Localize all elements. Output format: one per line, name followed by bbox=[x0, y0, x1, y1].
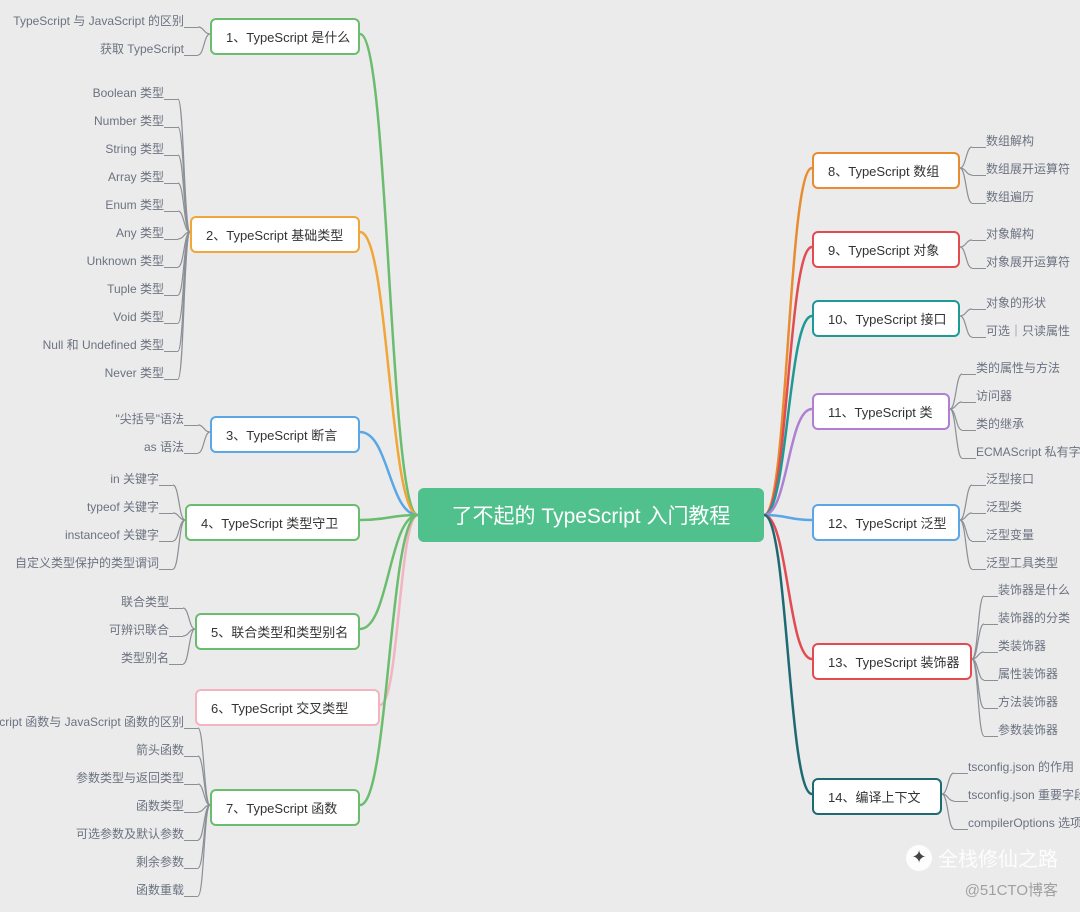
topic-node[interactable]: 10、TypeScript 接口 bbox=[812, 300, 960, 337]
topic-node[interactable]: 13、TypeScript 装饰器 bbox=[812, 643, 972, 680]
leaf-node[interactable]: compilerOptions 选项 bbox=[968, 814, 1080, 831]
leaf-node[interactable]: as 语法 bbox=[144, 438, 184, 455]
watermark-author: ✦ 全栈修仙之路 bbox=[906, 843, 1058, 872]
leaf-node[interactable]: 获取 TypeScript bbox=[100, 40, 184, 57]
leaf-node[interactable]: "尖括号"语法 bbox=[115, 410, 184, 427]
topic-node[interactable]: 2、TypeScript 基础类型 bbox=[190, 216, 360, 253]
leaf-node[interactable]: tsconfig.json 的作用 bbox=[968, 758, 1074, 775]
leaf-node[interactable]: 自定义类型保护的类型谓词 bbox=[15, 554, 159, 571]
topic-node[interactable]: 5、联合类型和类型别名 bbox=[195, 613, 360, 650]
leaf-node[interactable]: typeof 关键字 bbox=[87, 498, 159, 515]
topic-node[interactable]: 12、TypeScript 泛型 bbox=[812, 504, 960, 541]
leaf-node[interactable]: 方法装饰器 bbox=[998, 693, 1058, 710]
leaf-node[interactable]: Enum 类型 bbox=[105, 196, 164, 213]
leaf-node[interactable]: 类的属性与方法 bbox=[976, 359, 1060, 376]
leaf-node[interactable]: String 类型 bbox=[105, 140, 164, 157]
leaf-node[interactable]: 类装饰器 bbox=[998, 637, 1046, 654]
leaf-node[interactable]: Null 和 Undefined 类型 bbox=[43, 336, 164, 353]
leaf-node[interactable]: 类的继承 bbox=[976, 415, 1024, 432]
leaf-node[interactable]: 箭头函数 bbox=[136, 741, 184, 758]
leaf-node[interactable]: Any 类型 bbox=[116, 224, 164, 241]
leaf-node[interactable]: ECMAScript 私有字段 bbox=[976, 443, 1080, 460]
leaf-node[interactable]: Tuple 类型 bbox=[107, 280, 164, 297]
leaf-node[interactable]: 可选参数及默认参数 bbox=[76, 825, 184, 842]
topic-node[interactable]: 11、TypeScript 类 bbox=[812, 393, 950, 430]
leaf-node[interactable]: 函数重载 bbox=[136, 881, 184, 898]
leaf-node[interactable]: 属性装饰器 bbox=[998, 665, 1058, 682]
leaf-node[interactable]: 数组解构 bbox=[986, 132, 1034, 149]
leaf-node[interactable]: 类型别名 bbox=[121, 649, 169, 666]
leaf-node[interactable]: 可辨识联合 bbox=[109, 621, 169, 638]
leaf-node[interactable]: 联合类型 bbox=[121, 593, 169, 610]
wechat-icon: ✦ bbox=[906, 845, 932, 871]
leaf-node[interactable]: 剩余参数 bbox=[136, 853, 184, 870]
center-node: 了不起的 TypeScript 入门教程 bbox=[418, 488, 764, 542]
leaf-node[interactable]: tsconfig.json 重要字段 bbox=[968, 786, 1080, 803]
leaf-node[interactable]: 泛型接口 bbox=[986, 470, 1034, 487]
topic-node[interactable]: 7、TypeScript 函数 bbox=[210, 789, 360, 826]
leaf-node[interactable]: 访问器 bbox=[976, 387, 1012, 404]
leaf-node[interactable]: 装饰器的分类 bbox=[998, 609, 1070, 626]
leaf-node[interactable]: 数组展开运算符 bbox=[986, 160, 1070, 177]
leaf-node[interactable]: 泛型类 bbox=[986, 498, 1022, 515]
leaf-node[interactable]: Array 类型 bbox=[108, 168, 164, 185]
leaf-node[interactable]: 对象展开运算符 bbox=[986, 253, 1070, 270]
leaf-node[interactable]: 参数装饰器 bbox=[998, 721, 1058, 738]
leaf-node[interactable]: 泛型变量 bbox=[986, 526, 1034, 543]
leaf-node[interactable]: 函数类型 bbox=[136, 797, 184, 814]
leaf-node[interactable]: Void 类型 bbox=[113, 308, 164, 325]
leaf-node[interactable]: 对象解构 bbox=[986, 225, 1034, 242]
leaf-node[interactable]: 对象的形状 bbox=[986, 294, 1046, 311]
topic-node[interactable]: 9、TypeScript 对象 bbox=[812, 231, 960, 268]
leaf-node[interactable]: in 关键字 bbox=[110, 470, 159, 487]
leaf-node[interactable]: Unknown 类型 bbox=[87, 252, 164, 269]
leaf-node[interactable]: Number 类型 bbox=[94, 112, 164, 129]
topic-node[interactable]: 4、TypeScript 类型守卫 bbox=[185, 504, 360, 541]
leaf-node[interactable]: 装饰器是什么 bbox=[998, 581, 1070, 598]
leaf-node[interactable]: 可选｜只读属性 bbox=[986, 322, 1070, 339]
topic-node[interactable]: 8、TypeScript 数组 bbox=[812, 152, 960, 189]
leaf-node[interactable]: TypeScript 与 JavaScript 的区别 bbox=[13, 12, 184, 29]
topic-node[interactable]: 3、TypeScript 断言 bbox=[210, 416, 360, 453]
leaf-node[interactable]: Boolean 类型 bbox=[93, 84, 164, 101]
leaf-node[interactable]: 参数类型与返回类型 bbox=[76, 769, 184, 786]
leaf-node[interactable]: 数组遍历 bbox=[986, 188, 1034, 205]
leaf-node[interactable]: 泛型工具类型 bbox=[986, 554, 1058, 571]
leaf-node[interactable]: Never 类型 bbox=[105, 364, 164, 381]
leaf-node[interactable]: instanceof 关键字 bbox=[65, 526, 159, 543]
topic-node[interactable]: 6、TypeScript 交叉类型 bbox=[195, 689, 380, 726]
topic-node[interactable]: 1、TypeScript 是什么 bbox=[210, 18, 360, 55]
topic-node[interactable]: 14、编译上下文 bbox=[812, 778, 942, 815]
leaf-node[interactable]: TypeScript 函数与 JavaScript 函数的区别 bbox=[0, 713, 184, 730]
watermark-site: @51CTO博客 bbox=[965, 879, 1058, 900]
